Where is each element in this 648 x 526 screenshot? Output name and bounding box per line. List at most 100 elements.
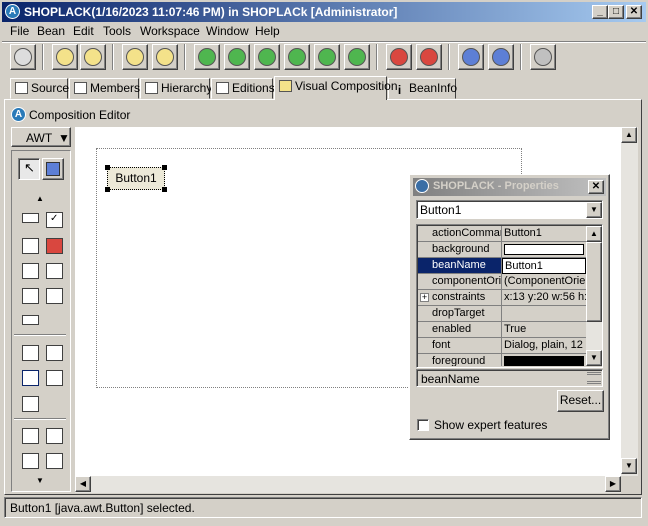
connect-alt-icon — [156, 48, 174, 66]
tab-editions[interactable]: Editions — [211, 78, 275, 99]
menu-tools[interactable]: Tools — [103, 24, 131, 40]
run-button[interactable] — [10, 44, 36, 70]
palette-scroll-up-icon[interactable]: ▲ — [36, 194, 44, 203]
property-row[interactable]: enabled True — [418, 322, 586, 338]
property-row[interactable]: font Dialog, plain, 12 — [418, 338, 586, 354]
connect-alt-button[interactable] — [152, 44, 178, 70]
menu-bean[interactable]: Bean — [37, 24, 65, 40]
popupmenu-bean-icon[interactable] — [46, 453, 63, 469]
bean-selector[interactable]: Button1 ▼ — [416, 200, 603, 219]
selection-handle[interactable] — [162, 187, 167, 192]
close-button[interactable]: ✕ — [626, 5, 642, 19]
property-row[interactable]: dropTarget — [418, 306, 586, 322]
distribute-h-button[interactable] — [386, 44, 412, 70]
chevron-down-icon[interactable]: ▼ — [586, 202, 602, 218]
tab-beaninfo[interactable]: i BeanInfo — [388, 78, 457, 99]
hierarchy-button[interactable] — [80, 44, 106, 70]
panel-bean-icon[interactable] — [22, 345, 39, 361]
property-row[interactable]: actionCommand Button1 — [418, 226, 586, 242]
vertical-scrollbar[interactable] — [621, 127, 638, 476]
property-value[interactable]: Dialog, plain, 12 — [502, 338, 586, 354]
menu-file[interactable]: File — [10, 24, 29, 40]
properties-close-button[interactable]: ✕ — [588, 180, 604, 194]
window-bean-icon[interactable] — [22, 428, 39, 444]
properties-button[interactable] — [530, 44, 556, 70]
property-row[interactable]: + constraints x:13 y:20 w:56 h:23 — [418, 290, 586, 306]
align-right-button[interactable] — [254, 44, 280, 70]
property-value[interactable]: (ComponentOrientation) — [502, 274, 586, 290]
menubar-bean-icon[interactable] — [22, 453, 39, 469]
align-top-button[interactable] — [284, 44, 310, 70]
title-bar[interactable]: A SHOPLACK(1/16/2023 11:07:46 PM) in SHO… — [2, 2, 646, 22]
button-bean-icon[interactable] — [22, 213, 39, 223]
tab-source[interactable]: Source — [10, 78, 69, 99]
align-middle-button[interactable] — [314, 44, 340, 70]
property-row[interactable]: background — [418, 242, 586, 258]
splitter-grip-icon[interactable] — [587, 372, 601, 384]
property-value[interactable]: True — [502, 322, 586, 338]
property-row[interactable]: beanName Button1 — [418, 258, 586, 274]
palette-category-select[interactable]: AWT ▼ — [11, 127, 71, 147]
frame-bean-icon[interactable] — [22, 370, 39, 386]
property-description: beanName — [416, 369, 603, 387]
property-scroll-thumb[interactable] — [586, 242, 602, 322]
scrollpane-bean-icon[interactable] — [46, 345, 63, 361]
textfield-bean-icon[interactable] — [22, 315, 39, 325]
tab-hierarchy[interactable]: Hierarchy — [140, 78, 212, 99]
reset-button[interactable]: Reset... — [557, 390, 604, 412]
canvas-button[interactable]: Button1 — [107, 167, 165, 190]
app-icon[interactable]: A — [5, 4, 20, 19]
connect-button[interactable] — [122, 44, 148, 70]
horizontal-scrollbar[interactable] — [75, 476, 621, 493]
distribute-v-button[interactable] — [416, 44, 442, 70]
property-scroll-down-button[interactable]: ▼ — [586, 350, 602, 366]
list-bean-icon[interactable] — [22, 288, 39, 304]
properties-title-bar[interactable]: SHOPLACK - Properties ✕ — [413, 178, 606, 196]
dialog-bean-icon[interactable] — [46, 370, 63, 386]
label-bean-icon[interactable] — [46, 238, 63, 254]
match-height-button[interactable] — [488, 44, 514, 70]
property-value-editor[interactable]: Button1 — [502, 258, 586, 274]
property-value[interactable]: Button1 — [502, 226, 586, 242]
tab-members[interactable]: Members — [69, 78, 140, 99]
members-icon — [74, 82, 87, 94]
filedialog-bean-icon[interactable] — [22, 396, 39, 412]
checkbox-group-bean-icon[interactable] — [22, 238, 39, 254]
property-value[interactable]: x:13 y:20 w:56 h:23 — [502, 290, 586, 306]
property-row[interactable]: foreground — [418, 354, 586, 366]
align-left-button[interactable] — [194, 44, 220, 70]
tab-visual-composition[interactable]: Visual Composition — [274, 76, 398, 100]
scroll-left-button[interactable]: ◀ — [75, 476, 91, 492]
selection-tool-button[interactable]: ↖ — [18, 158, 40, 180]
show-expert-checkbox[interactable] — [417, 419, 429, 431]
menu-window[interactable]: Window — [206, 24, 249, 40]
match-width-button[interactable] — [458, 44, 484, 70]
choose-bean-button[interactable] — [42, 158, 64, 180]
selection-handle[interactable] — [162, 165, 167, 170]
align-center-button[interactable] — [224, 44, 250, 70]
menu-help[interactable]: Help — [255, 24, 280, 40]
textarea-bean-icon[interactable] — [46, 288, 63, 304]
checkbox-bean-icon[interactable]: ✓ — [46, 212, 63, 228]
maximize-button[interactable]: □ — [608, 5, 624, 19]
property-value[interactable] — [502, 306, 586, 322]
selection-handle[interactable] — [105, 165, 110, 170]
menu-workspace[interactable]: Workspace — [140, 24, 200, 40]
class-browser-button[interactable] — [52, 44, 78, 70]
expand-icon[interactable]: + — [420, 293, 429, 302]
property-row[interactable]: componentOrientation (ComponentOrientati… — [418, 274, 586, 290]
selection-handle[interactable] — [105, 187, 110, 192]
scroll-down-button[interactable]: ▼ — [621, 458, 637, 474]
minimize-button[interactable]: _ — [592, 5, 608, 19]
property-value[interactable] — [502, 242, 586, 258]
palette-scroll-down-icon[interactable]: ▼ — [36, 476, 44, 485]
scroll-up-button[interactable]: ▲ — [621, 127, 637, 143]
menu-edit[interactable]: Edit — [73, 24, 94, 40]
property-scroll-up-button[interactable]: ▲ — [586, 226, 602, 242]
scroll-right-button[interactable]: ▶ — [605, 476, 621, 492]
scrollbar-bean-icon[interactable] — [22, 263, 39, 279]
property-value[interactable] — [502, 354, 586, 366]
align-bottom-button[interactable] — [344, 44, 370, 70]
choice-bean-icon[interactable] — [46, 263, 63, 279]
canvas-bean-icon[interactable] — [46, 428, 63, 444]
